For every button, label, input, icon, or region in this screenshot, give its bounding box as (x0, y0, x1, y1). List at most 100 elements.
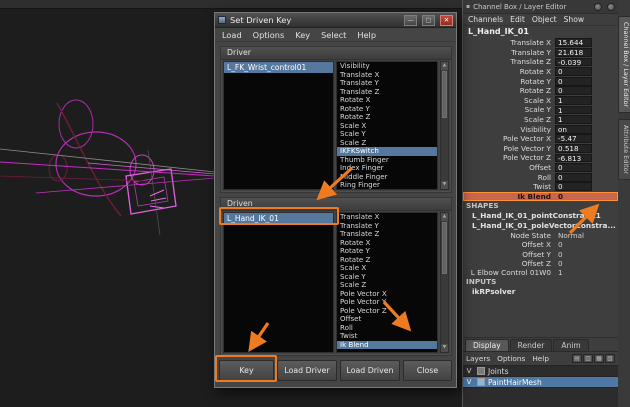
shape-channel-name[interactable]: Node State (463, 231, 555, 240)
panel-pin-icon[interactable] (594, 3, 602, 11)
channel-value-field[interactable]: 0 (555, 67, 592, 76)
shape-node-name[interactable]: L_Hand_IK_01_poleVectorConstra... (463, 221, 618, 231)
layer-row[interactable]: V PaintHairMesh (463, 377, 618, 388)
scroll-up-icon[interactable]: ▲ (441, 213, 448, 221)
layer-color-swatch[interactable] (477, 367, 485, 375)
key-button[interactable]: Key (219, 360, 274, 381)
channel-box-menu-item[interactable]: Show (564, 15, 585, 24)
shape-channel-row[interactable]: Offset Z 0 (463, 259, 618, 268)
channel-value-field[interactable]: 1 (555, 115, 592, 124)
layer-color-swatch[interactable] (477, 378, 485, 386)
channel-name[interactable]: Offset (463, 163, 555, 172)
load-driven-button[interactable]: Load Driven (340, 360, 400, 381)
new-layer-icon[interactable]: ▦ (594, 354, 604, 363)
channel-row[interactable]: Roll 0 (463, 172, 618, 182)
channel-value-field[interactable]: 0 (555, 192, 592, 201)
minimize-icon[interactable]: — (404, 15, 417, 26)
tab-channel-box-layer-editor[interactable]: Channel Box / Layer Editor (618, 16, 630, 113)
selected-object-name[interactable]: L_Hand_IK_01 (463, 26, 618, 38)
channel-row[interactable]: Pole Vector Z -6.813 (463, 153, 618, 163)
driven-object-list[interactable]: L_Hand_IK_01 (223, 212, 334, 353)
shape-channel-name[interactable]: Offset X (463, 240, 555, 249)
channel-box-menu-item[interactable]: Edit (510, 15, 525, 24)
layer-help-menu[interactable]: Help (532, 354, 549, 363)
channel-name[interactable]: Pole Vector Z (463, 153, 555, 162)
channel-name[interactable]: Pole Vector Y (463, 144, 555, 153)
channel-value-field[interactable]: 1 (555, 96, 592, 105)
new-layer-icon[interactable]: ▥ (583, 354, 593, 363)
channel-name[interactable]: Ik Blend (463, 192, 555, 201)
input-node-name[interactable]: ikRPsolver (463, 287, 618, 297)
driven-scrollbar[interactable]: ▲ ▼ (440, 212, 449, 353)
layer-editor-tab[interactable]: Anim (553, 339, 588, 351)
scrollbar-thumb[interactable] (442, 71, 447, 118)
dialog-menu-item[interactable]: Key (295, 30, 310, 40)
channel-row[interactable]: Twist 0 (463, 182, 618, 192)
channel-name[interactable]: Scale X (463, 96, 555, 105)
layer-name[interactable]: PaintHairMesh (488, 378, 542, 387)
new-layer-icon[interactable]: ▤ (572, 354, 582, 363)
scroll-down-icon[interactable]: ▼ (441, 181, 448, 189)
layer-options-menu[interactable]: Options (497, 354, 525, 363)
layer-editor-tab[interactable]: Display (465, 339, 509, 351)
dialog-menu-item[interactable]: Select (321, 30, 346, 40)
layer-visibility-toggle[interactable]: V (463, 378, 475, 386)
channel-name[interactable]: Pole Vector X (463, 134, 555, 143)
channel-row[interactable]: Ik Blend 0 (463, 192, 618, 202)
close-icon[interactable]: ✕ (440, 15, 453, 26)
shape-node-name[interactable]: L_Hand_IK_01_pointConstraint1 (463, 211, 618, 221)
channel-value-field[interactable]: -0.039 (555, 58, 592, 67)
channel-name[interactable]: Rotate Z (463, 86, 555, 95)
shape-channel-row[interactable]: L Elbow Control 01W0 1 (463, 268, 618, 277)
shape-channel-row[interactable]: Offset Y 0 (463, 249, 618, 258)
channel-row[interactable]: Translate Z -0.039 (463, 57, 618, 67)
channel-row[interactable]: Translate X 15.644 (463, 38, 618, 48)
close-button[interactable]: Close (403, 360, 452, 381)
driven-attribute-item[interactable]: Ik Blend (337, 341, 437, 350)
scroll-up-icon[interactable]: ▲ (441, 62, 448, 70)
driven-object-item[interactable]: L_Hand_IK_01 (224, 213, 333, 224)
driver-attribute-item[interactable]: Ring Finger (337, 181, 437, 190)
channel-row[interactable]: Scale X 1 (463, 96, 618, 106)
channel-row[interactable]: Pole Vector Y 0.518 (463, 144, 618, 154)
channel-row[interactable]: Rotate X 0 (463, 67, 618, 77)
dialog-menu-item[interactable]: Options (253, 30, 285, 40)
channel-value-field[interactable]: 0 (555, 77, 592, 86)
channel-box-menu-item[interactable]: Channels (468, 15, 503, 24)
layers-menu[interactable]: Layers (466, 354, 490, 363)
tab-attribute-editor[interactable]: Attribute Editor (618, 119, 630, 180)
layer-editor-tab[interactable]: Render (510, 339, 553, 351)
channel-name[interactable]: Scale Y (463, 105, 555, 114)
channel-name[interactable]: Translate Z (463, 57, 555, 66)
shape-channel-name[interactable]: Offset Z (463, 259, 555, 268)
scrollbar-thumb[interactable] (442, 222, 447, 274)
dialog-titlebar[interactable]: Set Driven Key — ▢ ✕ (215, 13, 456, 28)
channel-value-field[interactable]: 0 (555, 163, 592, 172)
driver-object-item[interactable]: L_FK_Wrist_control01 (224, 62, 333, 73)
shape-channel-value[interactable]: 0 (555, 259, 592, 268)
channel-row[interactable]: Scale Y 1 (463, 105, 618, 115)
channel-value-field[interactable]: 0 (555, 182, 592, 191)
channel-row[interactable]: Visibility on (463, 124, 618, 134)
channel-value-field[interactable]: 15.644 (555, 38, 592, 47)
channel-name[interactable]: Rotate X (463, 67, 555, 76)
channel-row[interactable]: Pole Vector X -5.47 (463, 134, 618, 144)
channel-value-field[interactable]: -6.813 (555, 154, 592, 163)
shape-channel-value[interactable]: 0 (555, 240, 592, 249)
shape-channel-row[interactable]: Node State Normal (463, 231, 618, 240)
scroll-down-icon[interactable]: ▼ (441, 344, 448, 352)
maximize-icon[interactable]: ▢ (422, 15, 435, 26)
shape-channel-name[interactable]: Offset Y (463, 250, 555, 259)
channel-row[interactable]: Translate Y 21.618 (463, 48, 618, 58)
channel-row[interactable]: Offset 0 (463, 163, 618, 173)
channel-name[interactable]: Scale Z (463, 115, 555, 124)
driver-object-list[interactable]: L_FK_Wrist_control01 (223, 61, 334, 190)
panel-options-icon[interactable] (607, 3, 615, 11)
channel-name[interactable]: Rotate Y (463, 77, 555, 86)
dialog-menu-item[interactable]: Load (222, 30, 242, 40)
load-driver-button[interactable]: Load Driver (277, 360, 337, 381)
channel-box-menu-item[interactable]: Object (532, 15, 557, 24)
channel-row[interactable]: Scale Z 1 (463, 115, 618, 125)
channel-value-field[interactable]: on (555, 125, 592, 134)
shape-channel-name[interactable]: L Elbow Control 01W0 (463, 268, 555, 277)
